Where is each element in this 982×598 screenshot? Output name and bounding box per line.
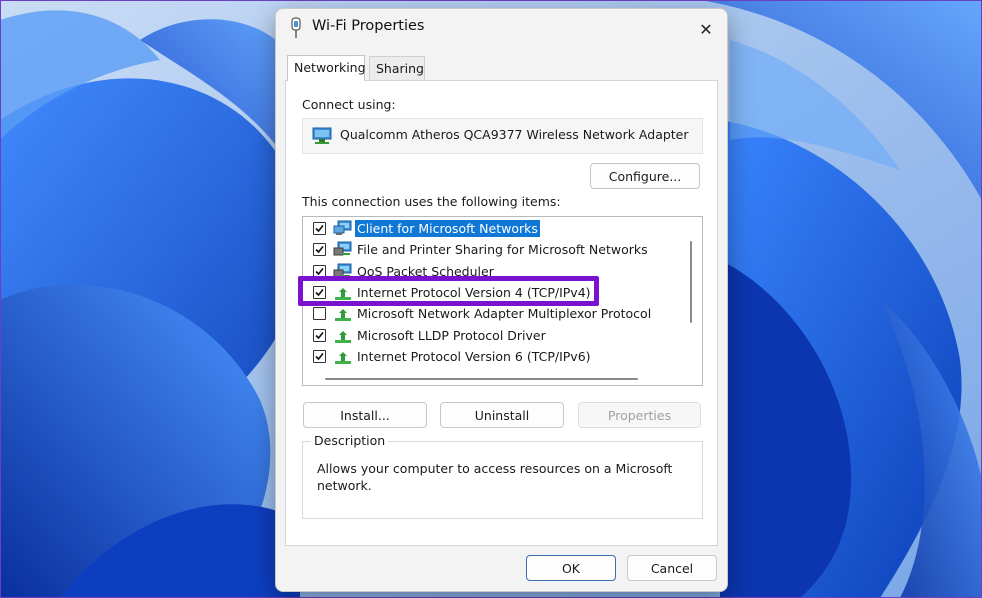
ipv4-highlight-annotation	[298, 276, 599, 306]
item-checkbox[interactable]	[313, 349, 326, 363]
close-icon: ✕	[699, 19, 713, 39]
adapter-field: Qualcomm Atheros QCA9377 Wireless Networ…	[302, 118, 703, 154]
ok-button[interactable]: OK	[526, 555, 616, 581]
item-label: File and Printer Sharing for Microsoft N…	[357, 242, 648, 258]
list-item[interactable]: Client for Microsoft Networks	[303, 218, 683, 239]
network-adapter-icon	[291, 17, 301, 38]
item-checkbox[interactable]	[313, 328, 326, 342]
tab-networking[interactable]: Networking	[287, 55, 366, 81]
item-checkbox[interactable]	[313, 307, 326, 321]
item-label: Internet Protocol Version 6 (TCP/IPv6)	[357, 348, 591, 364]
title-bar[interactable]: Wi-Fi Properties ✕	[276, 9, 727, 47]
tab-sharing[interactable]: Sharing	[369, 56, 425, 80]
checkmark-icon	[315, 246, 324, 254]
item-checkbox[interactable]	[313, 222, 326, 235]
uninstall-button[interactable]: Uninstall	[440, 402, 564, 428]
networking-tab-panel: Connect using: Qualcomm Atheros QCA9377 …	[285, 80, 718, 546]
properties-button[interactable]: Properties	[578, 402, 701, 428]
item-label: Microsoft Network Adapter Multiplexor Pr…	[357, 306, 652, 322]
protocol-icon	[333, 348, 353, 364]
items-label: This connection uses the following items…	[302, 194, 561, 209]
vertical-scrollbar[interactable]	[683, 217, 701, 385]
checkmark-icon	[315, 352, 324, 360]
description-legend: Description	[311, 433, 389, 448]
window-title: Wi-Fi Properties	[312, 18, 425, 34]
configure-button[interactable]: Configure...	[590, 163, 700, 189]
description-group: Description Allows your computer to acce…	[302, 433, 703, 519]
list-item[interactable]: File and Printer Sharing for Microsoft N…	[303, 239, 683, 260]
item-label: Microsoft LLDP Protocol Driver	[357, 327, 546, 343]
item-label: Client for Microsoft Networks	[355, 220, 540, 237]
checkmark-icon	[315, 267, 324, 275]
network-client-icon	[333, 220, 353, 236]
network-card-icon	[312, 127, 332, 144]
network-service-icon	[333, 241, 353, 257]
list-item[interactable]: Internet Protocol Version 6 (TCP/IPv6)	[303, 346, 683, 367]
protocol-icon	[333, 327, 353, 343]
connect-using-label: Connect using:	[302, 97, 396, 112]
adapter-name: Qualcomm Atheros QCA9377 Wireless Networ…	[340, 127, 689, 142]
protocol-icon	[333, 305, 353, 322]
install-button[interactable]: Install...	[303, 402, 427, 428]
list-item[interactable]: Microsoft Network Adapter Multiplexor Pr…	[303, 303, 683, 324]
item-checkbox[interactable]	[313, 243, 326, 257]
close-button[interactable]: ✕	[690, 15, 722, 43]
description-text: Allows your computer to access resources…	[317, 461, 673, 493]
cancel-button[interactable]: Cancel	[627, 555, 717, 581]
vertical-scrollbar-thumb[interactable]	[690, 241, 692, 323]
checkmark-icon	[315, 224, 324, 233]
horizontal-scrollbar-thumb[interactable]	[325, 378, 638, 380]
list-item[interactable]: Microsoft LLDP Protocol Driver	[303, 325, 683, 346]
checkmark-icon	[315, 331, 324, 339]
